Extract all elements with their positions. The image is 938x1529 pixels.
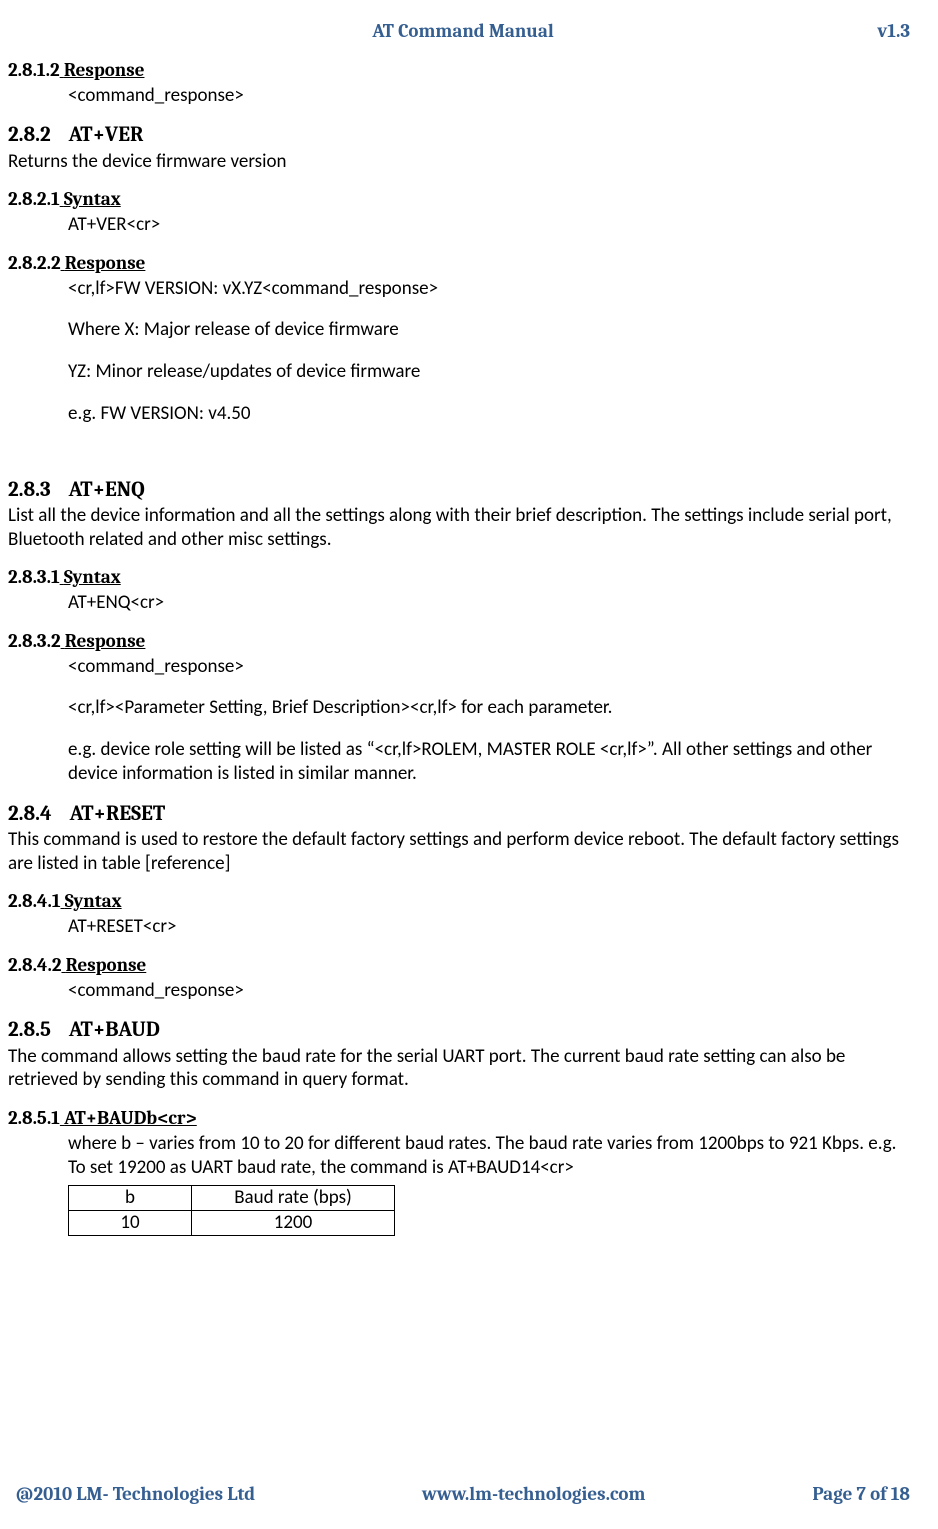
heading-text: AT+BAUD (69, 1018, 160, 1042)
body-text: AT+ENQ<cr> (68, 591, 910, 615)
body-text: Where X: Major release of device firmwar… (68, 318, 910, 342)
body-text: YZ: Minor release/updates of device firm… (68, 360, 910, 384)
body-text: <cr,lf>FW VERSION: vX.YZ<command_respons… (68, 277, 910, 301)
heading-text: AT+ENQ (69, 478, 145, 502)
table-header: Baud rate (bps) (192, 1186, 395, 1211)
body-text: List all the device information and all … (8, 504, 910, 552)
heading-2-8-3: 2.8.3 AT+ENQ (8, 477, 910, 503)
body-text: where b – varies from 10 to 20 for diffe… (68, 1132, 910, 1180)
body-text: <cr,lf><Parameter Setting, Brief Descrip… (68, 696, 910, 720)
body-text: e.g. FW VERSION: v4.50 (68, 402, 910, 426)
table-cell: 1200 (192, 1211, 395, 1236)
header-title: AT Command Manual (372, 20, 554, 44)
heading-num: 2.8.4.2 (8, 954, 61, 978)
heading-text: Syntax (65, 890, 122, 912)
page-footer: @2010 LM- Technologies Ltd www.lm-techno… (16, 1483, 910, 1507)
heading-2-8-2-2: 2.8.2.2 Response (8, 252, 910, 276)
heading-2-8-1-2: 2.8.1.2 Response (8, 59, 910, 83)
heading-num: 2.8.4 (8, 801, 52, 827)
page-header: AT Command Manual v1.3 (8, 20, 910, 44)
baud-rate-table: b Baud rate (bps) 10 1200 (68, 1185, 395, 1236)
heading-2-8-4-1: 2.8.4.1 Syntax (8, 890, 910, 914)
table-row: b Baud rate (bps) (69, 1186, 395, 1211)
heading-num: 2.8.3.1 (8, 566, 60, 590)
heading-num: 2.8.3.2 (8, 630, 61, 654)
heading-text: Response (66, 954, 147, 976)
heading-2-8-5: 2.8.5 AT+BAUD (8, 1017, 910, 1043)
heading-text: Response (65, 252, 146, 274)
heading-num: 2.8.3 (8, 477, 51, 503)
table-cell: 10 (69, 1211, 192, 1236)
body-text: AT+RESET<cr> (68, 915, 910, 939)
body-text: <command_response> (68, 84, 910, 108)
table-row: 10 1200 (69, 1211, 395, 1236)
heading-num: 2.8.5 (8, 1017, 51, 1043)
heading-num: 2.8.2.1 (8, 188, 60, 212)
heading-2-8-3-2: 2.8.3.2 Response (8, 630, 910, 654)
heading-num: 2.8.2.2 (8, 252, 61, 276)
heading-text: AT+RESET (70, 802, 166, 826)
footer-right: Page 7 of 18 (812, 1483, 910, 1507)
table-header: b (69, 1186, 192, 1211)
heading-2-8-4-2: 2.8.4.2 Response (8, 954, 910, 978)
body-text: AT+VER<cr> (68, 213, 910, 237)
heading-text: Response (65, 630, 146, 652)
heading-num: 2.8.5.1 (8, 1107, 60, 1131)
body-text: This command is used to restore the defa… (8, 828, 910, 876)
heading-text: AT+BAUDb<cr> (64, 1107, 197, 1129)
heading-text: AT+VER (69, 123, 144, 147)
heading-num: 2.8.2 (8, 122, 51, 148)
heading-text: Syntax (64, 188, 121, 210)
footer-center: www.lm-technologies.com (422, 1483, 645, 1507)
heading-2-8-5-1: 2.8.5.1 AT+BAUDb<cr> (8, 1107, 910, 1131)
heading-2-8-4: 2.8.4 AT+RESET (8, 801, 910, 827)
heading-num: 2.8.4.1 (8, 890, 61, 914)
heading-text: Response (64, 59, 145, 81)
footer-left: @2010 LM- Technologies Ltd (16, 1483, 255, 1507)
body-text: <command_response> (68, 979, 910, 1003)
body-text: Returns the device firmware version (8, 150, 910, 174)
heading-text: Syntax (64, 566, 121, 588)
body-text: e.g. device role setting will be listed … (68, 738, 910, 786)
heading-2-8-2: 2.8.2 AT+VER (8, 122, 910, 148)
header-version: v1.3 (554, 20, 910, 44)
body-text: <command_response> (68, 655, 910, 679)
heading-2-8-3-1: 2.8.3.1 Syntax (8, 566, 910, 590)
heading-2-8-2-1: 2.8.2.1 Syntax (8, 188, 910, 212)
heading-num: 2.8.1.2 (8, 59, 60, 83)
body-text: The command allows setting the baud rate… (8, 1045, 910, 1093)
